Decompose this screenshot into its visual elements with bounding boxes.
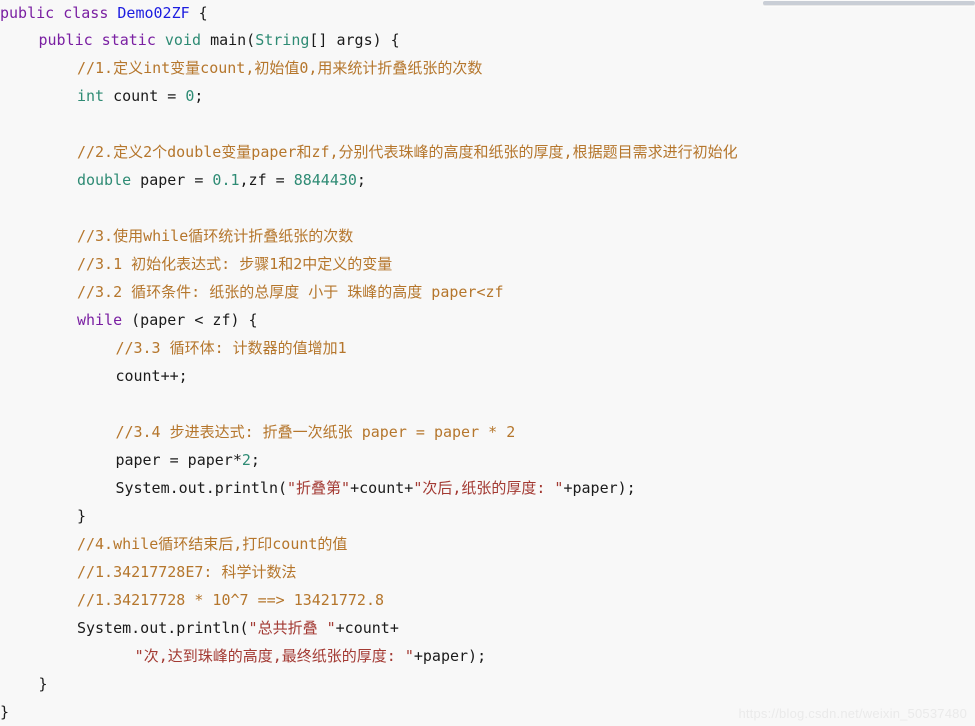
code-token-pl: count = bbox=[113, 87, 186, 105]
code-line: } bbox=[0, 670, 975, 698]
code-line: paper = paper*2; bbox=[0, 446, 975, 474]
code-token-pl: count++; bbox=[115, 367, 188, 385]
code-token-num: 8844430 bbox=[293, 171, 357, 189]
code-line: count++; bbox=[0, 362, 975, 390]
code-token-pl: +count+ bbox=[335, 619, 399, 637]
code-token-pl: { bbox=[189, 4, 208, 22]
code-token-pl: main( bbox=[210, 31, 256, 49]
code-viewer: public class Demo02ZF {public static voi… bbox=[0, 0, 975, 725]
code-line: //2.定义2个double变量paper和zf,分别代表珠峰的高度和纸张的厚度… bbox=[0, 138, 975, 166]
code-token-cmt: //4.while循环结束后,打印count的值 bbox=[76, 535, 348, 553]
code-token-pl: +paper); bbox=[563, 479, 636, 497]
code-token-str: "总共折叠 " bbox=[248, 619, 336, 637]
code-line: } bbox=[0, 502, 975, 530]
code-token-pl: System.out.println( bbox=[76, 619, 249, 637]
code-token-typ: int bbox=[76, 87, 114, 105]
code-line: while (paper < zf) { bbox=[0, 306, 975, 334]
code-line: System.out.println("总共折叠 "+count+ bbox=[0, 614, 975, 642]
code-token-str: "次,达到珠峰的高度,最终纸张的厚度: " bbox=[134, 647, 414, 665]
code-line: //3.1 初始化表达式: 步骤1和2中定义的变量 bbox=[0, 250, 975, 278]
code-token-pl: paper = paper* bbox=[115, 451, 242, 469]
code-token-pl: ,zf = bbox=[239, 171, 294, 189]
code-line: double paper = 0.1,zf = 8844430; bbox=[0, 166, 975, 194]
code-token-pl: +paper); bbox=[413, 647, 487, 665]
code-token-cmt: //3.3 循环体: 计数器的值增加1 bbox=[115, 339, 347, 357]
code-token-typ: void bbox=[164, 31, 211, 49]
watermark-url: https://blog.csdn.net/weixin_50537480 bbox=[738, 706, 967, 721]
code-token-cls: Demo02ZF bbox=[117, 4, 190, 22]
code-token-pl: } bbox=[0, 703, 10, 721]
code-line: public static void main(String[] args) { bbox=[0, 26, 975, 54]
code-token-pl: System.out.println( bbox=[115, 479, 288, 497]
code-token-pl: ; bbox=[356, 171, 366, 189]
code-token-num: 2 bbox=[241, 451, 251, 469]
code-token-pl: paper = bbox=[140, 171, 213, 189]
code-line: //1.34217728E7: 科学计数法 bbox=[0, 558, 975, 586]
code-token-typ: String bbox=[255, 31, 310, 49]
code-token-kw: while bbox=[76, 311, 132, 329]
code-line: //4.while循环结束后,打印count的值 bbox=[0, 530, 975, 558]
code-line: //1.34217728 * 10^7 ==> 13421772.8 bbox=[0, 586, 975, 614]
code-token-kw: public static bbox=[38, 31, 165, 49]
code-token-str: "次后,纸张的厚度: " bbox=[413, 479, 564, 497]
code-token-pl: [] args) { bbox=[309, 31, 400, 49]
code-line: //3.使用while循环统计折叠纸张的次数 bbox=[0, 222, 975, 250]
code-line: //1.定义int变量count,初始值0,用来统计折叠纸张的次数 bbox=[0, 54, 975, 82]
code-line: "次,达到珠峰的高度,最终纸张的厚度: "+paper); bbox=[0, 642, 975, 670]
code-token-cmt: //3.使用while循环统计折叠纸张的次数 bbox=[76, 227, 354, 245]
code-token-pl: +count+ bbox=[350, 479, 414, 497]
code-token-cmt: //1.34217728 * 10^7 ==> 13421772.8 bbox=[76, 591, 384, 609]
code-token-cmt: //1.34217728E7: 科学计数法 bbox=[76, 563, 297, 581]
code-token-pl: ; bbox=[250, 451, 260, 469]
code-token-str: "折叠第" bbox=[287, 479, 351, 497]
code-token-cmt: //2.定义2个double变量paper和zf,分别代表珠峰的高度和纸张的厚度… bbox=[76, 143, 738, 161]
code-line: int count = 0; bbox=[0, 82, 975, 110]
code-token-cmt: //1.定义int变量count,初始值0,用来统计折叠纸张的次数 bbox=[76, 59, 483, 77]
code-line: //3.2 循环条件: 纸张的总厚度 小于 珠峰的高度 paper<zf bbox=[0, 278, 975, 306]
code-line: public class Demo02ZF { bbox=[0, 0, 975, 26]
code-token-cmt: //3.2 循环条件: 纸张的总厚度 小于 珠峰的高度 paper<zf bbox=[76, 283, 504, 301]
code-token-cmt: //3.1 初始化表达式: 步骤1和2中定义的变量 bbox=[76, 255, 393, 273]
code-token-kw: public class bbox=[0, 4, 118, 22]
code-token-pl: } bbox=[38, 675, 48, 693]
code-line: //3.3 循环体: 计数器的值增加1 bbox=[0, 334, 975, 362]
code-token-pl: (paper < zf) { bbox=[131, 311, 258, 329]
code-line: //3.4 步进表达式: 折叠一次纸张 paper = paper * 2 bbox=[0, 418, 975, 446]
code-token-cmt: //3.4 步进表达式: 折叠一次纸张 paper = paper * 2 bbox=[115, 423, 516, 441]
code-token-num: 0 bbox=[185, 87, 195, 105]
code-token-typ: double bbox=[76, 171, 141, 189]
code-token-pl: } bbox=[76, 507, 86, 525]
code-block[interactable]: public class Demo02ZF {public static voi… bbox=[0, 0, 975, 726]
code-token-num: 0.1 bbox=[212, 171, 240, 189]
code-token-pl: ; bbox=[194, 87, 204, 105]
code-line: System.out.println("折叠第"+count+"次后,纸张的厚度… bbox=[0, 474, 975, 502]
